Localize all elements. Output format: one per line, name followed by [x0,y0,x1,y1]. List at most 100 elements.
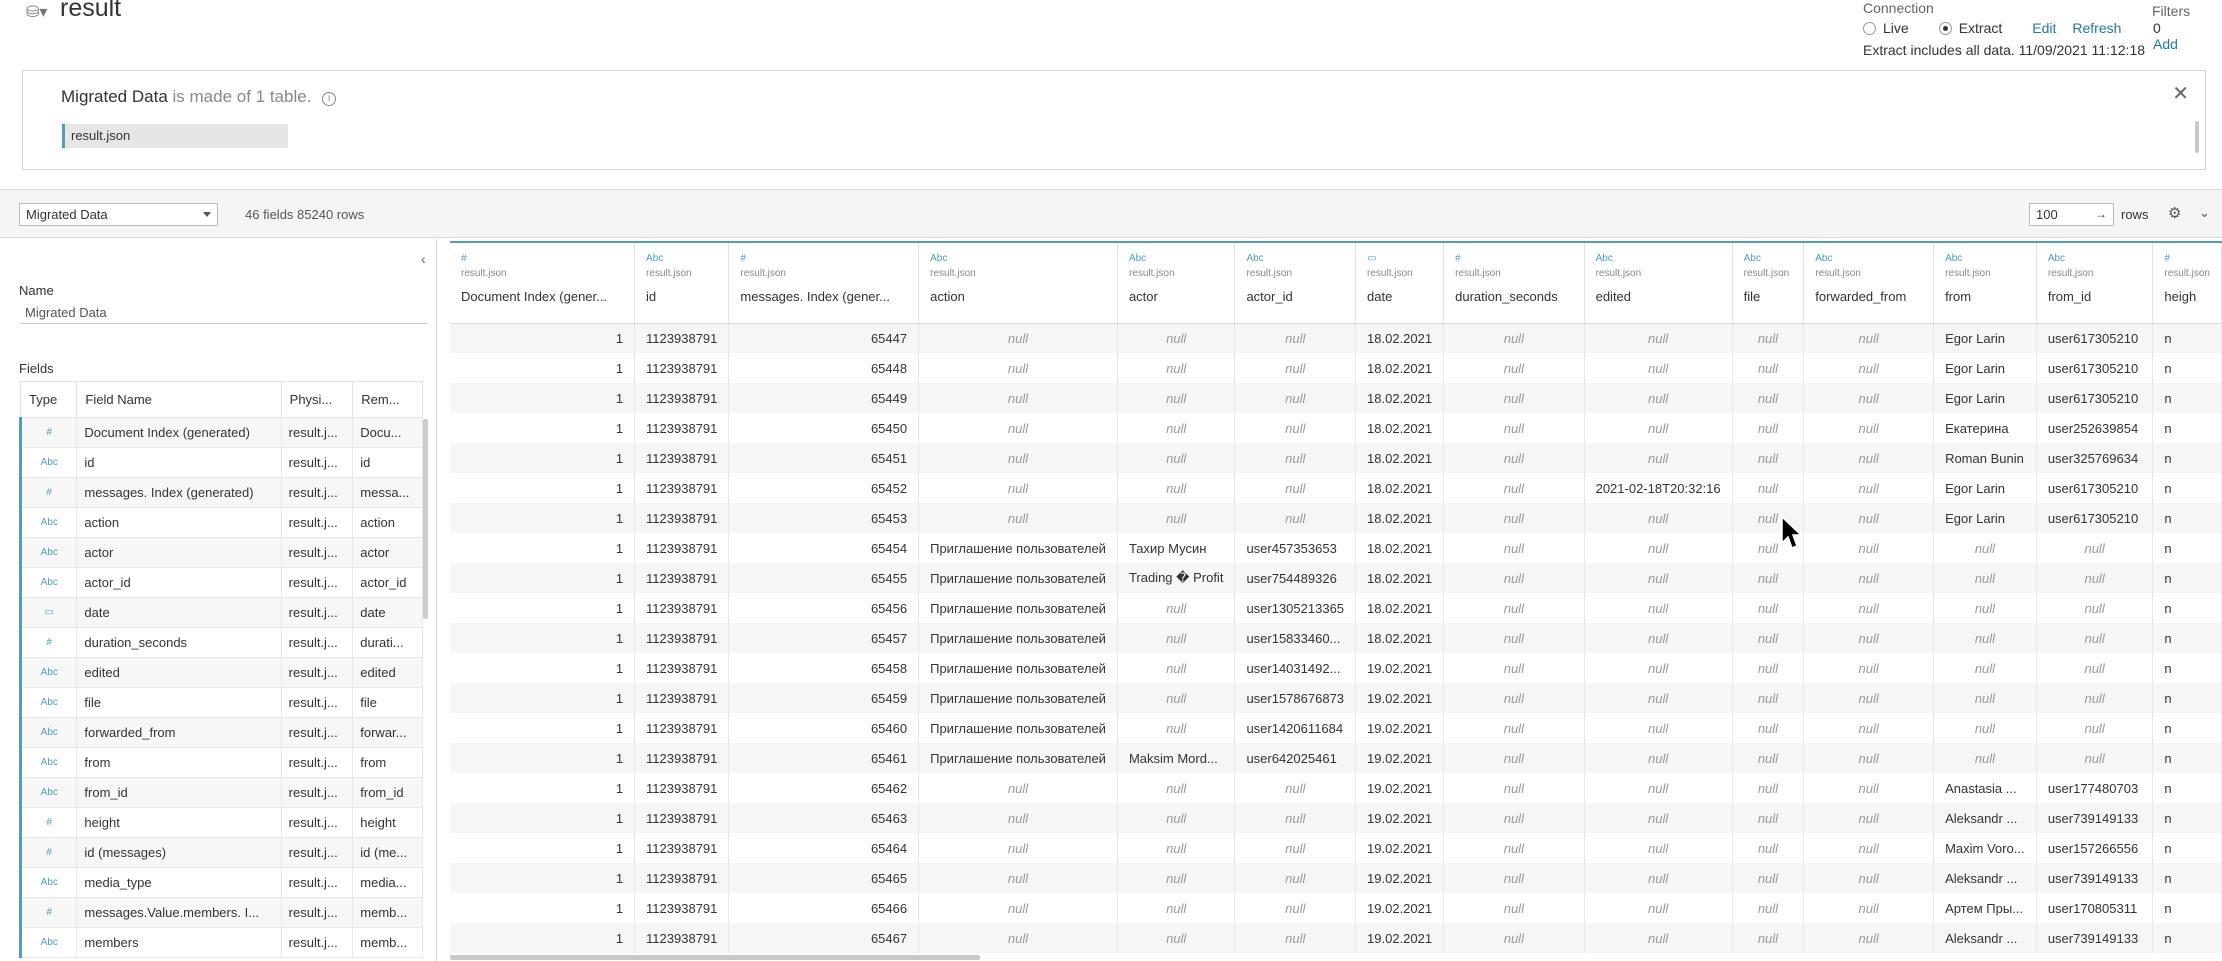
table-cell[interactable]: user177480703 [2036,773,2154,803]
table-cell[interactable]: Trading � Profit [1117,563,1236,593]
table-cell[interactable]: null [1584,743,1733,773]
table-cell[interactable]: null [1443,383,1585,413]
field-row[interactable]: # messages. Index (generated) result.j... m… [18,477,423,508]
table-cell[interactable]: 1123938791 [634,503,730,533]
table-cell[interactable]: null [918,383,1118,413]
column-type-icon[interactable]: Abc [930,253,1106,266]
table-cell[interactable]: 19.02.2021 [1355,923,1445,953]
column-header[interactable]: Abc result.json action [918,243,1118,324]
table-cell[interactable]: null [1584,503,1733,533]
table-cell[interactable]: 19.02.2021 [1355,803,1445,833]
table-chip-result-json[interactable]: result.json [62,124,288,148]
column-type-icon[interactable]: # [2164,253,2210,266]
table-cell[interactable]: n [2152,773,2222,803]
table-cell[interactable]: null [1117,323,1236,353]
table-cell[interactable]: Egor Larin [1933,503,2037,533]
column-header[interactable]: Abc result.json actor [1117,243,1236,324]
table-cell[interactable]: 1 [450,803,636,833]
column-name[interactable]: date [1367,289,1432,304]
column-type-icon[interactable]: Abc [1246,253,1344,266]
table-cell[interactable]: 1123938791 [634,623,730,653]
table-cell[interactable]: Тахир Мусин [1117,533,1236,563]
edit-link[interactable]: Edit [2032,20,2056,36]
table-cell[interactable]: 18.02.2021 [1355,563,1445,593]
table-cell[interactable]: null [1584,653,1733,683]
table-cell[interactable]: 18.02.2021 [1355,593,1445,623]
table-cell[interactable]: null [1803,623,1935,653]
table-cell[interactable]: 1123938791 [634,563,730,593]
table-cell[interactable]: user642025461 [1234,743,1357,773]
table-cell[interactable]: n [2152,323,2222,353]
table-cell[interactable]: 65458 [728,653,920,683]
table-cell[interactable]: null [1732,803,1805,833]
table-cell[interactable]: Приглашение пользователей [918,593,1118,623]
column-type-icon[interactable]: ▭ [1367,253,1432,266]
table-cell[interactable]: Aleksandr ... [1933,803,2037,833]
table-cell[interactable]: null [1803,683,1935,713]
table-cell[interactable]: null [1117,503,1236,533]
table-cell[interactable]: 65462 [728,773,920,803]
table-cell[interactable]: Приглашение пользователей [918,743,1118,773]
column-type-icon[interactable]: # [740,253,907,266]
table-cell[interactable]: 65455 [728,563,920,593]
column-name[interactable]: forwarded_from [1815,289,1922,304]
table-cell[interactable]: Приглашение пользователей [918,653,1118,683]
field-row[interactable]: Abc id result.j... id [18,447,423,478]
column-type-icon[interactable]: # [461,253,623,266]
table-cell[interactable]: null [1803,533,1935,563]
table-cell[interactable]: n [2152,893,2222,923]
table-cell[interactable]: 18.02.2021 [1355,353,1445,383]
column-header[interactable]: # result.json heigh [2152,243,2222,324]
table-cell[interactable]: 1123938791 [634,833,730,863]
table-cell[interactable]: null [1443,713,1585,743]
table-cell[interactable]: 1 [450,833,636,863]
table-cell[interactable]: null [1117,773,1236,803]
table-cell[interactable]: null [1443,803,1585,833]
table-cell[interactable]: null [1732,383,1805,413]
table-cell[interactable]: null [2036,683,2154,713]
table-cell[interactable]: 1 [450,503,636,533]
table-cell[interactable]: null [1933,533,2037,563]
column-header[interactable]: Abc result.json id [634,243,730,324]
table-cell[interactable]: 65453 [728,503,920,533]
column-header[interactable]: Abc result.json from_id [2036,243,2154,324]
table-cell[interactable]: null [2036,533,2154,563]
table-cell[interactable]: null [1117,923,1236,953]
column-header[interactable]: ▭ result.json date [1355,243,1445,324]
table-cell[interactable]: null [1584,563,1733,593]
table-cell[interactable]: 1123938791 [634,803,730,833]
table-cell[interactable]: null [1732,773,1805,803]
table-cell[interactable]: null [1584,413,1733,443]
field-row[interactable]: Abc action result.j... action [18,507,423,538]
table-cell[interactable]: null [1117,623,1236,653]
table-cell[interactable]: null [1732,653,1805,683]
field-row[interactable]: # height result.j... height [18,807,423,838]
table-cell[interactable]: 65454 [728,533,920,563]
table-cell[interactable]: null [1803,443,1935,473]
table-cell[interactable]: 1 [450,773,636,803]
table-cell[interactable]: 19.02.2021 [1355,743,1445,773]
table-cell[interactable]: Приглашение пользователей [918,713,1118,743]
table-cell[interactable]: null [1803,353,1935,383]
table-cell[interactable]: null [1803,383,1935,413]
table-cell[interactable]: 19.02.2021 [1355,863,1445,893]
table-cell[interactable]: null [1803,713,1935,743]
field-row[interactable]: # Document Index (generated) result.j... Do… [18,417,423,448]
table-cell[interactable]: null [1803,893,1935,923]
table-cell[interactable]: 1123938791 [634,353,730,383]
table-cell[interactable]: 1 [450,623,636,653]
rows-input[interactable]: 100 → [2029,203,2114,226]
table-cell[interactable]: 18.02.2021 [1355,473,1445,503]
table-cell[interactable]: null [1443,893,1585,923]
table-cell[interactable]: null [1732,923,1805,953]
column-name[interactable]: duration_seconds [1455,289,1572,304]
table-cell[interactable]: 1 [450,473,636,503]
column-type-icon[interactable]: Abc [2048,253,2142,266]
table-cell[interactable]: null [1732,353,1805,383]
table-cell[interactable]: user14031492... [1234,653,1357,683]
table-cell[interactable]: Maksim Mord... [1117,743,1236,773]
table-cell[interactable]: null [1803,803,1935,833]
table-cell[interactable]: 18.02.2021 [1355,503,1445,533]
table-cell[interactable]: 1 [450,353,636,383]
table-cell[interactable]: null [1443,353,1585,383]
